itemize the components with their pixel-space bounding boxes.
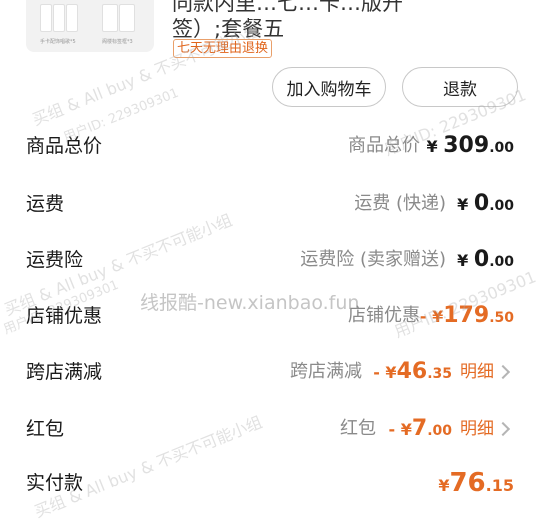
row-label: 运费险	[26, 249, 84, 271]
refund-button[interactable]: 退款	[402, 67, 518, 107]
total-paid-row: 实付款 ¥76.15	[0, 463, 540, 503]
detail-link[interactable]: 明细	[460, 352, 494, 392]
price-row-cross-store-discount[interactable]: 跨店满减 跨店满减 - ¥46.35 明细	[0, 352, 540, 392]
row-sub-label: 运费 (快递)	[354, 193, 446, 214]
row-sub-label: 商品总价	[348, 135, 420, 156]
chevron-right-icon	[495, 421, 511, 437]
row-sub-label: 运费险 (卖家赠送)	[300, 249, 446, 270]
row-label: 商品总价	[26, 135, 103, 157]
thumb-box	[53, 4, 65, 32]
row-amount: ¥ 309.00	[426, 133, 514, 158]
thumb-box	[119, 4, 135, 32]
price-row-goods-total: 商品总价 商品总价 ¥ 309.00	[0, 126, 540, 166]
thumb-box	[40, 4, 52, 32]
product-title[interactable]: 同款内里…七…卡…版开 签）;套餐五	[172, 0, 403, 42]
return-policy-tag: 七天无理由退换	[173, 39, 273, 58]
row-amount: ¥ 0.00	[457, 191, 514, 216]
row-amount: ¥ 0.00	[457, 247, 514, 272]
detail-link[interactable]: 明细	[460, 409, 494, 449]
row-amount: - ¥7.00	[388, 416, 452, 441]
row-sub-label: 跨店满减	[290, 361, 362, 382]
price-row-shipping: 运费 运费 (快递) ¥ 0.00	[0, 184, 540, 224]
product-thumbnail[interactable]: 手卡配饰唱歌*5 阁楼标签框*3	[26, 0, 154, 52]
total-amount: ¥76.15	[438, 468, 514, 498]
total-label: 实付款	[26, 472, 84, 494]
price-row-red-packet[interactable]: 红包 红包 - ¥7.00 明细	[0, 409, 540, 449]
chevron-right-icon	[495, 364, 511, 380]
thumb-caption-left: 手卡配饰唱歌*5	[40, 39, 76, 45]
row-sub-label: 红包	[340, 418, 376, 439]
thumb-caption-right: 阁楼标签框*3	[102, 39, 133, 45]
price-row-shipping-insurance: 运费险 运费险 (卖家赠送) ¥ 0.00	[0, 240, 540, 280]
add-to-cart-button[interactable]: 加入购物车	[272, 67, 386, 107]
row-label: 运费	[26, 193, 65, 215]
row-amount: - ¥46.35	[373, 359, 452, 384]
row-label: 跨店满减	[26, 361, 103, 383]
product-title-line1: 同款内里…七…卡…版开	[172, 0, 403, 15]
thumb-box	[66, 4, 78, 32]
thumb-box	[102, 4, 118, 32]
watermark-site: 线报酷-new.xianbao.fun	[140, 292, 360, 314]
row-amount: - ¥179.50	[419, 303, 514, 328]
row-label: 店铺优惠	[26, 305, 103, 327]
row-label: 红包	[26, 418, 65, 440]
